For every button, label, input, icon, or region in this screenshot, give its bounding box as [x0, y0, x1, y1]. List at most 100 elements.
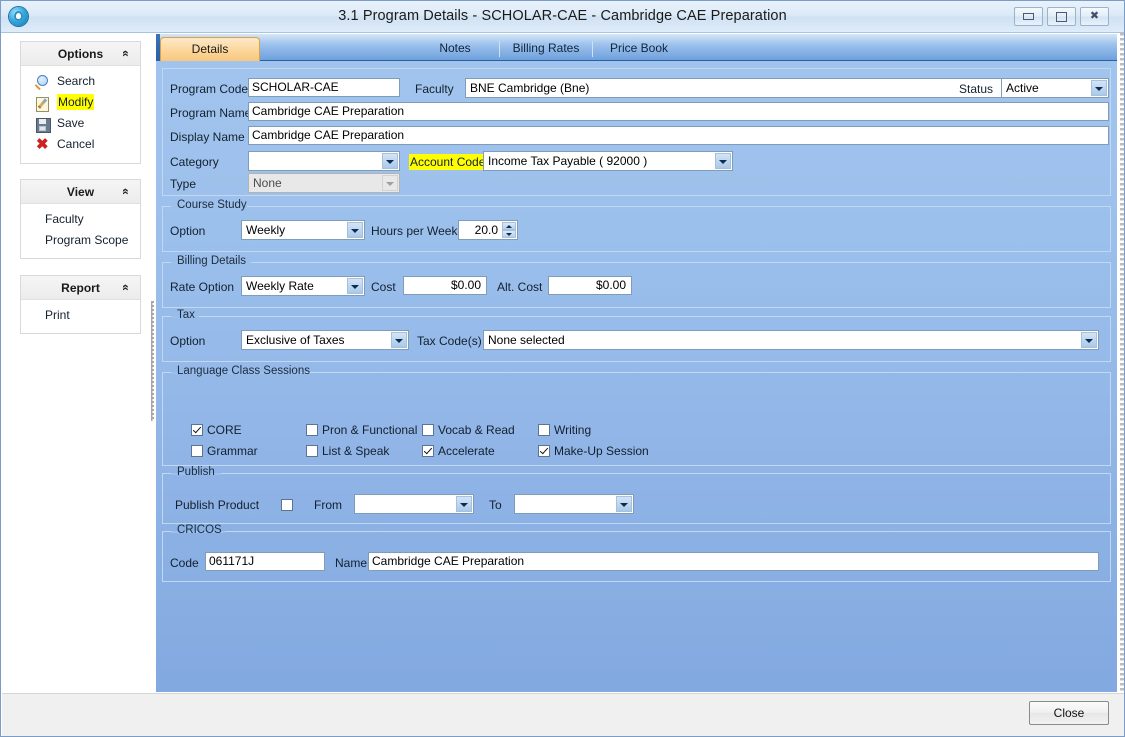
checkbox-box — [306, 445, 318, 457]
tab-billing-rates[interactable]: Billing Rates — [500, 37, 592, 61]
checkbox-label-grammar: Grammar — [207, 444, 258, 458]
checkbox-writing[interactable]: Writing — [538, 423, 591, 437]
checkbox-label-writing: Writing — [554, 423, 591, 437]
sidebar-item-faculty[interactable]: Faculty — [21, 211, 140, 232]
checkbox-pron-functional[interactable]: Pron & Functional — [306, 423, 417, 437]
chevron-down-icon[interactable] — [391, 332, 407, 348]
chevron-down-icon[interactable] — [347, 222, 363, 238]
label-cricos-name: Name — [335, 555, 367, 571]
chevron-down-icon[interactable] — [456, 496, 472, 512]
label-publish-product: Publish Product — [175, 497, 259, 513]
checkbox-make-up-session[interactable]: Make-Up Session — [538, 444, 649, 458]
close-window-button[interactable]: ✖ — [1080, 7, 1109, 26]
sidebar-item-print[interactable]: Print — [21, 307, 140, 328]
course-study-group: Course Study Option Weekly Hours per Wee… — [162, 206, 1111, 252]
status-combo[interactable]: Active — [1001, 78, 1109, 98]
type-combo[interactable]: None — [248, 173, 400, 193]
chevron-down-icon[interactable] — [616, 496, 632, 512]
checkbox-label-pron-functional: Pron & Functional — [322, 423, 417, 437]
rate-option-value: Weekly Rate — [246, 279, 314, 293]
stepper-down-icon[interactable] — [502, 230, 516, 238]
hours-per-week-stepper[interactable]: 20.0 — [458, 220, 518, 240]
checkbox-box — [538, 445, 550, 457]
category-combo[interactable] — [248, 151, 400, 171]
account-code-combo[interactable]: Income Tax Payable ( 92000 ) — [483, 151, 733, 171]
tab-bar: Details Notes Billing Rates Price Book — [156, 34, 1117, 61]
chevron-down-icon[interactable] — [1091, 80, 1107, 96]
checkbox-box — [191, 445, 203, 457]
panel-body-view: Faculty Program Scope — [21, 204, 140, 261]
label-display-name: Display Name — [170, 129, 245, 145]
main-content: Details Notes Billing Rates Price Book P… — [156, 34, 1117, 692]
sidebar-item-modify[interactable]: Modify — [21, 94, 140, 115]
checkbox-list-speak[interactable]: List & Speak — [306, 444, 389, 458]
course-option-combo[interactable]: Weekly — [241, 220, 365, 240]
collapse-chevron-icon[interactable]: « — [118, 185, 133, 198]
sidebar-item-label-print: Print — [45, 307, 70, 323]
language-class-sessions-group: Language Class Sessions CORE Pron & Func… — [162, 372, 1111, 466]
title-bar: 3.1 Program Details - SCHOLAR-CAE - Camb… — [1, 1, 1124, 33]
chevron-down-icon[interactable] — [347, 278, 363, 294]
program-name-input[interactable]: Cambridge CAE Preparation — [248, 102, 1109, 121]
checkbox-label-list-speak: List & Speak — [322, 444, 389, 458]
close-button[interactable]: Close — [1029, 701, 1109, 725]
label-alt-cost: Alt. Cost — [497, 279, 542, 295]
label-status: Status — [959, 81, 993, 97]
sidebar-panel-report: Report « Print — [20, 275, 141, 334]
screen-edge-decoration — [1120, 33, 1124, 693]
sidebar-item-label-faculty: Faculty — [45, 211, 84, 227]
cost-input[interactable]: $0.00 — [403, 276, 487, 295]
checkbox-publish-product[interactable] — [281, 498, 297, 512]
chevron-down-icon[interactable] — [715, 153, 731, 169]
program-info-group: Program Code SCHOLAR-CAE Faculty BNE Cam… — [162, 68, 1111, 196]
tax-option-combo[interactable]: Exclusive of Taxes — [241, 330, 409, 350]
checkbox-accelerate[interactable]: Accelerate — [422, 444, 495, 458]
publish-to-combo[interactable] — [514, 494, 634, 514]
checkbox-label-accelerate: Accelerate — [438, 444, 495, 458]
panel-body-report: Print — [21, 300, 140, 336]
collapse-chevron-icon[interactable]: « — [118, 47, 133, 60]
rate-option-combo[interactable]: Weekly Rate — [241, 276, 365, 296]
program-code-input[interactable]: SCHOLAR-CAE — [248, 78, 400, 97]
floppy-disk-icon — [35, 117, 52, 132]
checkbox-vocab-read[interactable]: Vocab & Read — [422, 423, 515, 437]
display-name-input[interactable]: Cambridge CAE Preparation — [248, 126, 1109, 145]
label-tax-option: Option — [170, 333, 205, 349]
publish-from-combo[interactable] — [354, 494, 474, 514]
sidebar-item-cancel[interactable]: Cancel — [21, 136, 140, 157]
group-title-cricos: CRICOS — [173, 524, 226, 536]
maximize-button[interactable] — [1047, 7, 1076, 26]
cricos-name-input[interactable]: Cambridge CAE Preparation — [368, 552, 1099, 571]
sidebar-item-search[interactable]: Search — [21, 73, 140, 94]
minimize-icon — [1015, 8, 1042, 25]
faculty-combo-value: BNE Cambridge (Bne) — [470, 81, 589, 95]
tax-codes-value: None selected — [488, 333, 565, 347]
chevron-down-icon — [382, 175, 398, 191]
maximize-icon — [1048, 8, 1075, 25]
sidebar-item-save[interactable]: Save — [21, 115, 140, 136]
checkbox-core[interactable]: CORE — [191, 423, 242, 437]
minimize-button[interactable] — [1014, 7, 1043, 26]
group-title-publish: Publish — [173, 466, 219, 478]
sidebar-item-label-search: Search — [57, 73, 95, 89]
tab-details[interactable]: Details — [160, 37, 260, 61]
checkbox-box — [191, 424, 203, 436]
status-combo-value: Active — [1006, 81, 1039, 95]
panel-header-report: Report « — [21, 276, 140, 300]
checkbox-grammar[interactable]: Grammar — [191, 444, 258, 458]
chevron-down-icon[interactable] — [382, 153, 398, 169]
checkbox-box — [422, 445, 434, 457]
tax-group: Tax Option Exclusive of Taxes Tax Code(s… — [162, 316, 1111, 362]
stepper-up-icon[interactable] — [502, 222, 516, 230]
collapse-chevron-icon[interactable]: « — [118, 281, 133, 294]
tab-notes[interactable]: Notes — [411, 37, 499, 61]
cricos-code-input[interactable]: 061171J — [205, 552, 325, 571]
group-title-tax: Tax — [173, 309, 199, 321]
tax-codes-combo[interactable]: None selected — [483, 330, 1099, 350]
tab-price-book[interactable]: Price Book — [593, 37, 685, 61]
sidebar-panel-options: Options « Search Modify Save Cancel — [20, 41, 141, 164]
alt-cost-input[interactable]: $0.00 — [548, 276, 632, 295]
chevron-down-icon[interactable] — [1081, 332, 1097, 348]
label-cricos-code: Code — [170, 555, 199, 571]
sidebar-splitter[interactable] — [149, 33, 156, 692]
